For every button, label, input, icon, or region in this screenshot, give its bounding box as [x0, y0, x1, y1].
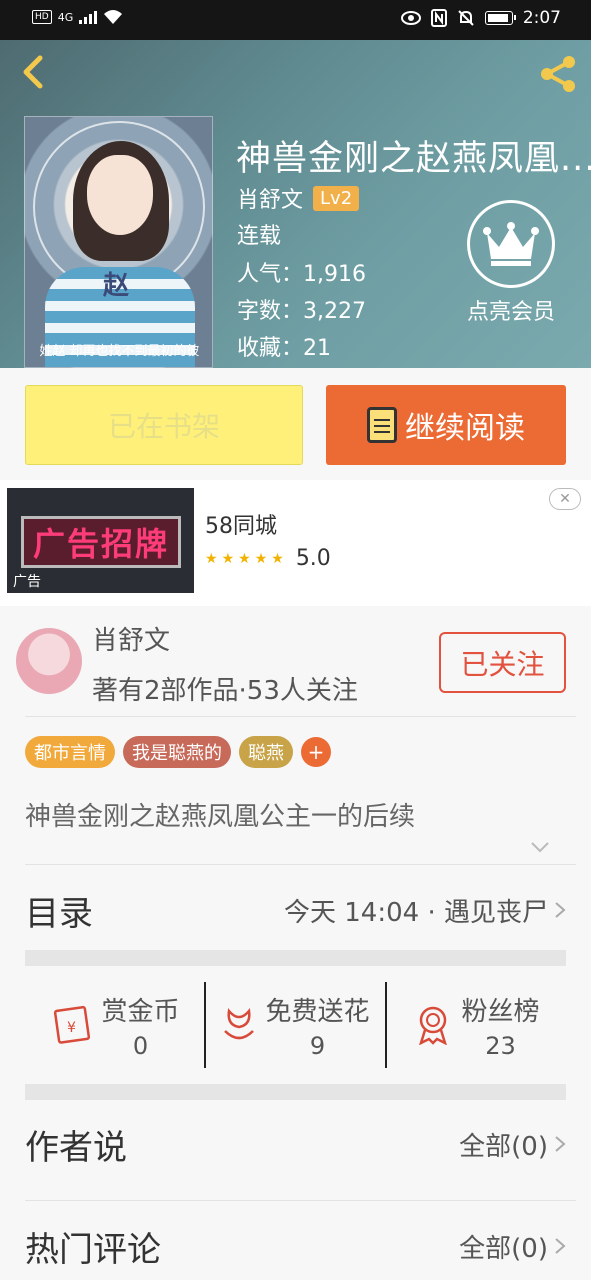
author-avatar[interactable] — [16, 628, 82, 694]
divider — [25, 864, 576, 865]
book-cover[interactable]: 赵 姓赵 却再也找不到最初的彼 — [24, 116, 213, 368]
mute-icon — [458, 10, 474, 26]
author-says-label: 作者说 — [25, 1127, 127, 1168]
book-icon — [367, 407, 397, 443]
red-envelope-icon: ¥ — [54, 1005, 91, 1044]
share-icon[interactable] — [537, 52, 581, 96]
tag-chip[interactable]: 聪燕 — [239, 736, 293, 768]
ad-image[interactable]: 广告招牌 广告 — [7, 488, 194, 593]
star-icon: ★ — [271, 550, 284, 567]
popularity-stat: 人气：1,916 — [237, 262, 366, 287]
on-shelf-button[interactable]: 已在书架 — [25, 385, 303, 465]
ad-brand: 58同城 — [205, 514, 277, 539]
tag-chip[interactable]: 我是聪燕的 — [123, 736, 231, 768]
tag-list: 都市言情 我是聪燕的 聪燕 + — [25, 736, 331, 768]
vip-label: 点亮会员 — [466, 300, 555, 325]
serial-status: 连载 — [237, 224, 282, 249]
continue-reading-button[interactable]: 继续阅读 — [326, 385, 566, 465]
flower-icon — [224, 1008, 255, 1040]
level-badge: Lv2 — [313, 185, 360, 211]
details-section: 肖舒文 著有2部作品·53人关注 已关注 都市言情 我是聪燕的 聪燕 + 神兽金… — [0, 606, 591, 1280]
author-says-row[interactable]: 作者说 全部(0) — [25, 1116, 566, 1172]
cover-character: 赵 — [103, 271, 130, 301]
book-description: 神兽金刚之赵燕凤凰公主一的后续 — [25, 802, 416, 832]
stat-value: 0 — [132, 1031, 149, 1060]
clock: 2:07 — [522, 8, 561, 28]
section-gap — [25, 950, 566, 966]
back-icon[interactable] — [14, 52, 54, 92]
catalog-label: 目录 — [25, 893, 93, 934]
stats-bar: ¥ 赏金币 0 免费送花 9 粉丝榜 23 — [25, 982, 566, 1068]
continue-reading-label: 继续阅读 — [405, 411, 525, 446]
ad-close-icon[interactable]: ✕ — [549, 488, 581, 510]
catalog-latest-wrap: 今天 14:04 · 遇见丧尸 — [284, 892, 566, 929]
catalog-row[interactable]: 目录 今天 14:04 · 遇见丧尸 — [25, 882, 566, 938]
hot-comments-all: 全部(0) — [459, 1233, 548, 1264]
section-gap — [25, 1084, 566, 1100]
cover-caption: 姓赵 却再也找不到最初的彼 — [39, 344, 200, 359]
follow-button[interactable]: 已关注 — [439, 632, 566, 693]
hot-comments-all-wrap: 全部(0) — [459, 1228, 566, 1265]
ad-tag: 广告 — [13, 574, 41, 590]
author-says-all-wrap: 全部(0) — [459, 1126, 566, 1163]
eye-icon — [400, 11, 421, 25]
fan-ranking-button[interactable]: 粉丝榜 23 — [387, 982, 566, 1068]
stat-value: 9 — [309, 1031, 326, 1060]
send-flower-button[interactable]: 免费送花 9 — [206, 982, 387, 1068]
medal-icon — [419, 1006, 448, 1045]
stat-name: 赏金币 — [101, 996, 180, 1027]
star-icon: ★ — [205, 550, 218, 567]
chevron-right-icon — [555, 1238, 566, 1254]
author-says-all: 全部(0) — [459, 1131, 548, 1162]
network-indicator: 4G — [57, 10, 74, 24]
author-name[interactable]: 肖舒文 — [237, 182, 303, 214]
hot-comments-row[interactable]: 热门评论 全部(0) — [25, 1218, 566, 1274]
ad-banner[interactable]: 广告招牌 广告 58同城 ★ ★ ★ ★ ★ 5.0 ✕ — [0, 480, 591, 606]
ad-sign-text: 广告招牌 — [21, 516, 181, 568]
svg-text:¥: ¥ — [67, 1020, 76, 1036]
wifi-icon — [104, 10, 123, 24]
stat-value: 23 — [485, 1031, 516, 1060]
star-icon: ★ — [221, 550, 235, 567]
catalog-latest-chapter: 今天 14:04 · 遇见丧尸 — [284, 897, 548, 928]
author-card-name[interactable]: 肖舒文 — [92, 620, 170, 657]
tag-chip[interactable]: 都市言情 — [25, 736, 115, 768]
star-icon: ★ — [238, 550, 251, 567]
battery-icon — [484, 11, 516, 25]
hot-comments-label: 热门评论 — [25, 1229, 161, 1270]
word-count-stat: 字数：3,227 — [237, 299, 366, 324]
favorites-stat: 收藏：21 — [237, 336, 331, 361]
stat-name: 粉丝榜 — [461, 996, 540, 1027]
reward-coins-button[interactable]: ¥ 赏金币 0 — [25, 982, 206, 1068]
action-bar: 已在书架 继续阅读 — [0, 368, 591, 480]
author-works-summary: 著有2部作品·53人关注 — [92, 676, 358, 706]
vip-button[interactable]: 点亮会员 — [456, 200, 566, 326]
crown-icon — [467, 200, 555, 288]
star-icon: ★ — [254, 550, 268, 567]
stat-name: 免费送花 — [265, 996, 370, 1027]
book-title: 神兽金刚之赵燕凤凰... — [236, 139, 591, 179]
ad-rating-value: 5.0 — [295, 546, 331, 571]
cover-figure-face — [87, 155, 153, 235]
nfc-icon — [430, 9, 447, 27]
status-bar: HD 4G 2:07 — [0, 0, 591, 40]
add-tag-button[interactable]: + — [301, 737, 331, 767]
book-header: 赵 姓赵 却再也找不到最初的彼 神兽金刚之赵燕凤凰... 肖舒文 Lv2 连载 … — [0, 40, 591, 368]
divider — [25, 716, 576, 717]
ad-rating: ★ ★ ★ ★ ★ 5.0 — [205, 546, 331, 571]
chevron-right-icon — [555, 1136, 566, 1152]
chevron-right-icon — [555, 902, 566, 918]
signal-icon — [79, 10, 98, 24]
hd-indicator: HD — [32, 10, 52, 24]
divider — [25, 1200, 576, 1201]
author-row: 肖舒文 Lv2 — [237, 182, 360, 214]
chevron-down-icon[interactable] — [530, 840, 550, 854]
